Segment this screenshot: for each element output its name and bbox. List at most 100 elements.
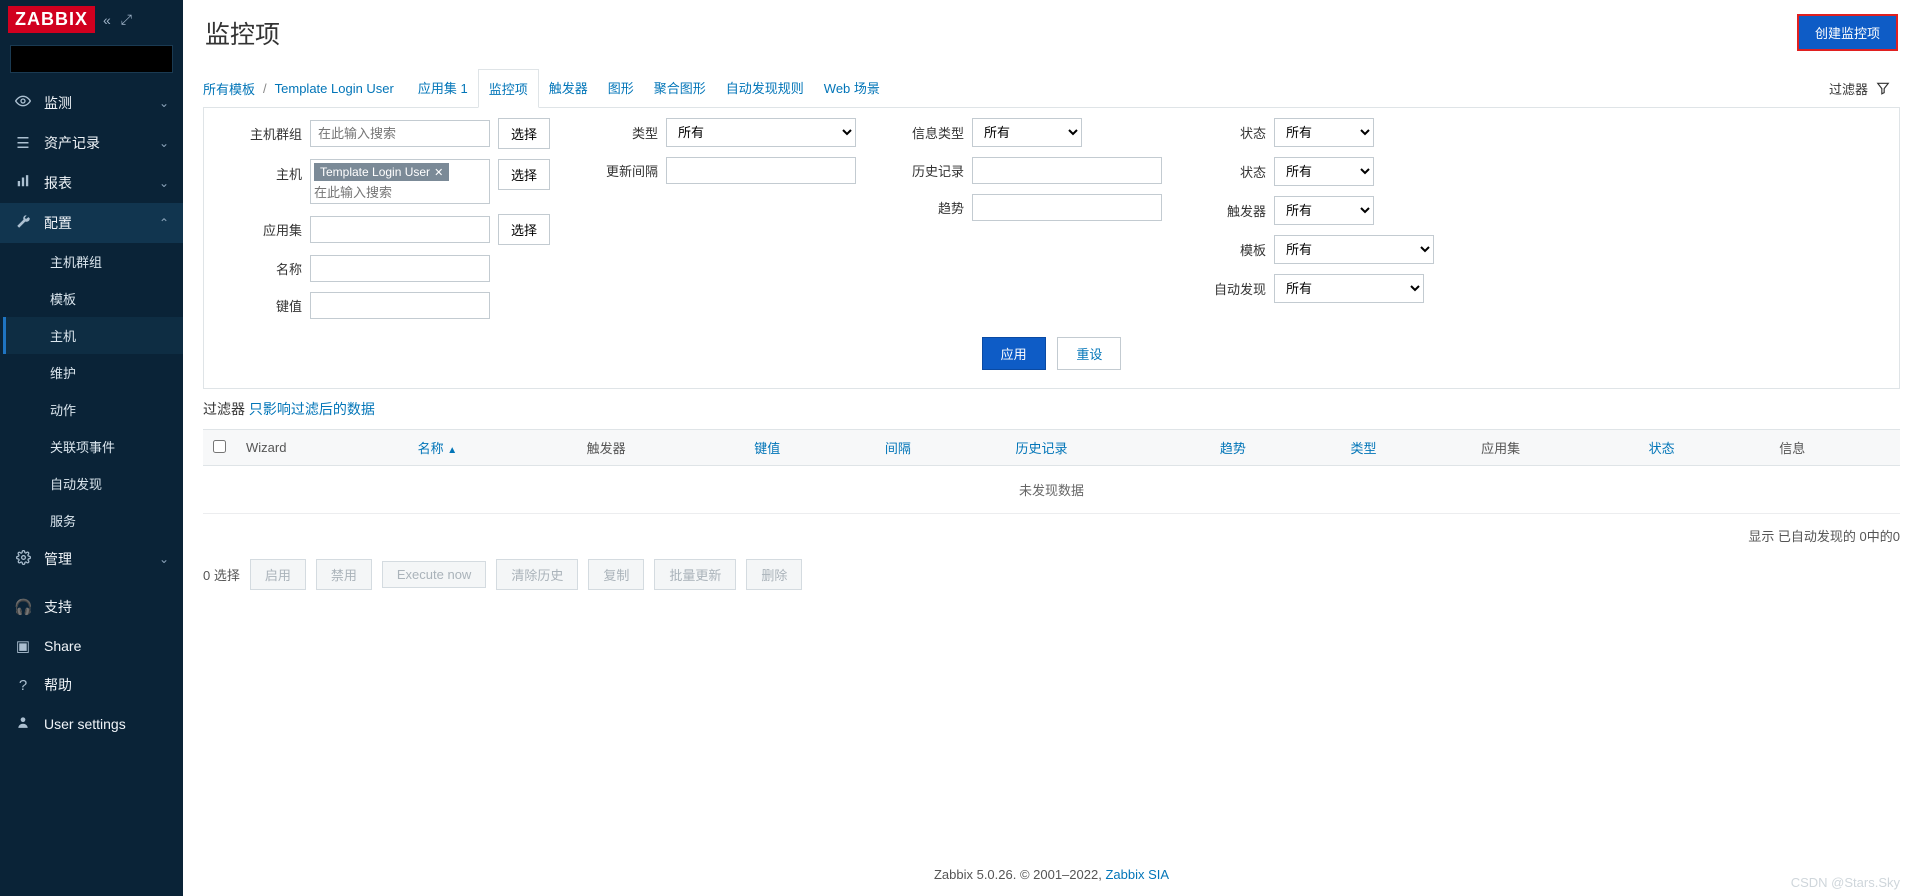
label-hostgroup: 主机群组	[220, 124, 302, 143]
tab-discovery-rules[interactable]: 自动发现规则	[716, 69, 814, 107]
nav-reports[interactable]: 报表 ⌄	[0, 163, 183, 203]
subnav-maintenance[interactable]: 维护	[3, 354, 183, 391]
label-template: 模板	[1198, 240, 1266, 259]
label-update-interval: 更新间隔	[586, 161, 658, 180]
breadcrumb-template-name[interactable]: Template Login User	[275, 81, 394, 96]
copy-button: 复制	[588, 559, 644, 590]
table-nodata-row: 未发现数据	[203, 466, 1900, 514]
select-type[interactable]: 所有	[666, 118, 856, 147]
chevron-down-icon: ⌄	[159, 552, 169, 566]
select-info-type[interactable]: 所有	[972, 118, 1082, 147]
th-wizard: Wizard	[236, 430, 408, 466]
delete-button: 删除	[746, 559, 802, 590]
select-template[interactable]: 所有	[1274, 235, 1434, 264]
input-trend[interactable]	[972, 194, 1162, 221]
subnav-services[interactable]: 服务	[3, 502, 183, 539]
tab-screens[interactable]: 聚合图形	[644, 69, 716, 107]
input-hostgroup[interactable]	[310, 120, 490, 147]
create-item-button[interactable]: 创建监控项	[1797, 14, 1898, 51]
table-footer: 显示 已自动发现的 0中的0	[183, 514, 1920, 551]
select-state[interactable]: 所有	[1274, 118, 1374, 147]
subnav-correlation[interactable]: 关联项事件	[3, 428, 183, 465]
search-input[interactable]	[11, 46, 182, 72]
reset-button[interactable]: 重设	[1057, 337, 1121, 370]
wrench-icon	[14, 214, 32, 233]
collapse-icon[interactable]: «	[101, 10, 113, 30]
execute-now-button: Execute now	[382, 561, 486, 588]
input-history[interactable]	[972, 157, 1162, 184]
nav-label: 支持	[44, 597, 72, 617]
host-tag-text: Template Login User	[320, 165, 430, 179]
th-status[interactable]: 状态	[1639, 430, 1770, 466]
nav-admin[interactable]: 管理 ⌄	[0, 539, 183, 579]
th-history[interactable]: 历史记录	[1005, 430, 1209, 466]
nav-label: 资产记录	[44, 133, 100, 153]
remove-tag-icon[interactable]: ✕	[434, 166, 443, 179]
subnav-configuration: 主机群组 模板 主机 维护 动作 关联项事件 自动发现 服务	[0, 243, 183, 539]
th-name[interactable]: 名称 ▲	[408, 430, 577, 466]
select-status[interactable]: 所有	[1274, 157, 1374, 186]
input-host-text[interactable]	[314, 185, 486, 200]
tab-web-scenarios[interactable]: Web 场景	[814, 69, 890, 107]
sidebar-search[interactable]	[10, 45, 173, 73]
tab-triggers[interactable]: 触发器	[539, 69, 598, 107]
nav-user-settings[interactable]: User settings	[0, 705, 183, 743]
select-trigger[interactable]: 所有	[1274, 196, 1374, 225]
sidebar: ZABBIX « ⤢ 监测 ⌄ ☰ 资产记录 ⌄ 报表 ⌄	[0, 0, 183, 896]
nav-help[interactable]: ? 帮助	[0, 665, 183, 705]
label-name: 名称	[220, 259, 302, 278]
expand-window-icon[interactable]: ⤢	[119, 9, 134, 30]
label-type: 类型	[586, 123, 658, 142]
nav-inventory[interactable]: ☰ 资产记录 ⌄	[0, 123, 183, 163]
th-type[interactable]: 类型	[1341, 430, 1472, 466]
host-tag: Template Login User ✕	[314, 163, 449, 181]
footer-link[interactable]: Zabbix SIA	[1105, 867, 1169, 882]
th-trend[interactable]: 趋势	[1210, 430, 1341, 466]
subnav-hosts[interactable]: 主机	[3, 317, 183, 354]
select-autodiscovery[interactable]: 所有	[1274, 274, 1424, 303]
input-key[interactable]	[310, 292, 490, 319]
footer-text: Zabbix 5.0.26. © 2001–2022,	[934, 867, 1105, 882]
gear-icon	[14, 550, 32, 569]
select-all-checkbox[interactable]	[213, 440, 226, 453]
apply-button[interactable]: 应用	[982, 337, 1046, 370]
th-key[interactable]: 键值	[744, 430, 875, 466]
nav-support[interactable]: 🎧 支持	[0, 587, 183, 627]
label-key: 键值	[220, 296, 302, 315]
nav-label: 帮助	[44, 675, 72, 695]
input-update-interval[interactable]	[666, 157, 856, 184]
filter-toggle[interactable]: 过滤器	[1819, 73, 1900, 104]
subnav-templates[interactable]: 模板	[3, 280, 183, 317]
label-autodiscovery: 自动发现	[1198, 279, 1266, 298]
nav-label: 报表	[44, 173, 72, 193]
label-trigger: 触发器	[1198, 201, 1266, 220]
nav-configuration[interactable]: 配置 ⌃	[0, 203, 183, 243]
list-icon: ☰	[14, 134, 32, 152]
subnav-discovery[interactable]: 自动发现	[3, 465, 183, 502]
mass-update-button: 批量更新	[654, 559, 736, 590]
chevron-down-icon: ⌄	[159, 176, 169, 190]
select-appset-button[interactable]: 选择	[498, 214, 550, 245]
nav-monitoring[interactable]: 监测 ⌄	[0, 83, 183, 123]
select-hostgroup-button[interactable]: 选择	[498, 118, 550, 149]
breadcrumb-all-templates[interactable]: 所有模板	[203, 79, 255, 98]
nav-label: 配置	[44, 213, 72, 233]
label-history: 历史记录	[892, 161, 964, 180]
select-host-button[interactable]: 选择	[498, 159, 550, 190]
tab-applications[interactable]: 应用集 1	[408, 69, 478, 107]
tab-items[interactable]: 监控项	[478, 69, 539, 108]
subnav-actions[interactable]: 动作	[3, 391, 183, 428]
tab-graphs[interactable]: 图形	[598, 69, 644, 107]
input-name[interactable]	[310, 255, 490, 282]
chevron-up-icon: ⌃	[159, 216, 169, 230]
input-host[interactable]: Template Login User ✕	[310, 159, 490, 204]
tabs: 应用集 1 监控项 触发器 图形 聚合图形 自动发现规则 Web 场景	[408, 69, 890, 107]
nav-share[interactable]: ▣ Share	[0, 627, 183, 665]
input-appset[interactable]	[310, 216, 490, 243]
table-nodata-cell: 未发现数据	[203, 466, 1900, 514]
label-trend: 趋势	[892, 198, 964, 217]
share-icon: ▣	[14, 637, 32, 655]
subnav-hostgroups[interactable]: 主机群组	[3, 243, 183, 280]
filter-msg-link[interactable]: 只影响过滤后的数据	[249, 401, 375, 417]
th-interval[interactable]: 间隔	[875, 430, 1006, 466]
